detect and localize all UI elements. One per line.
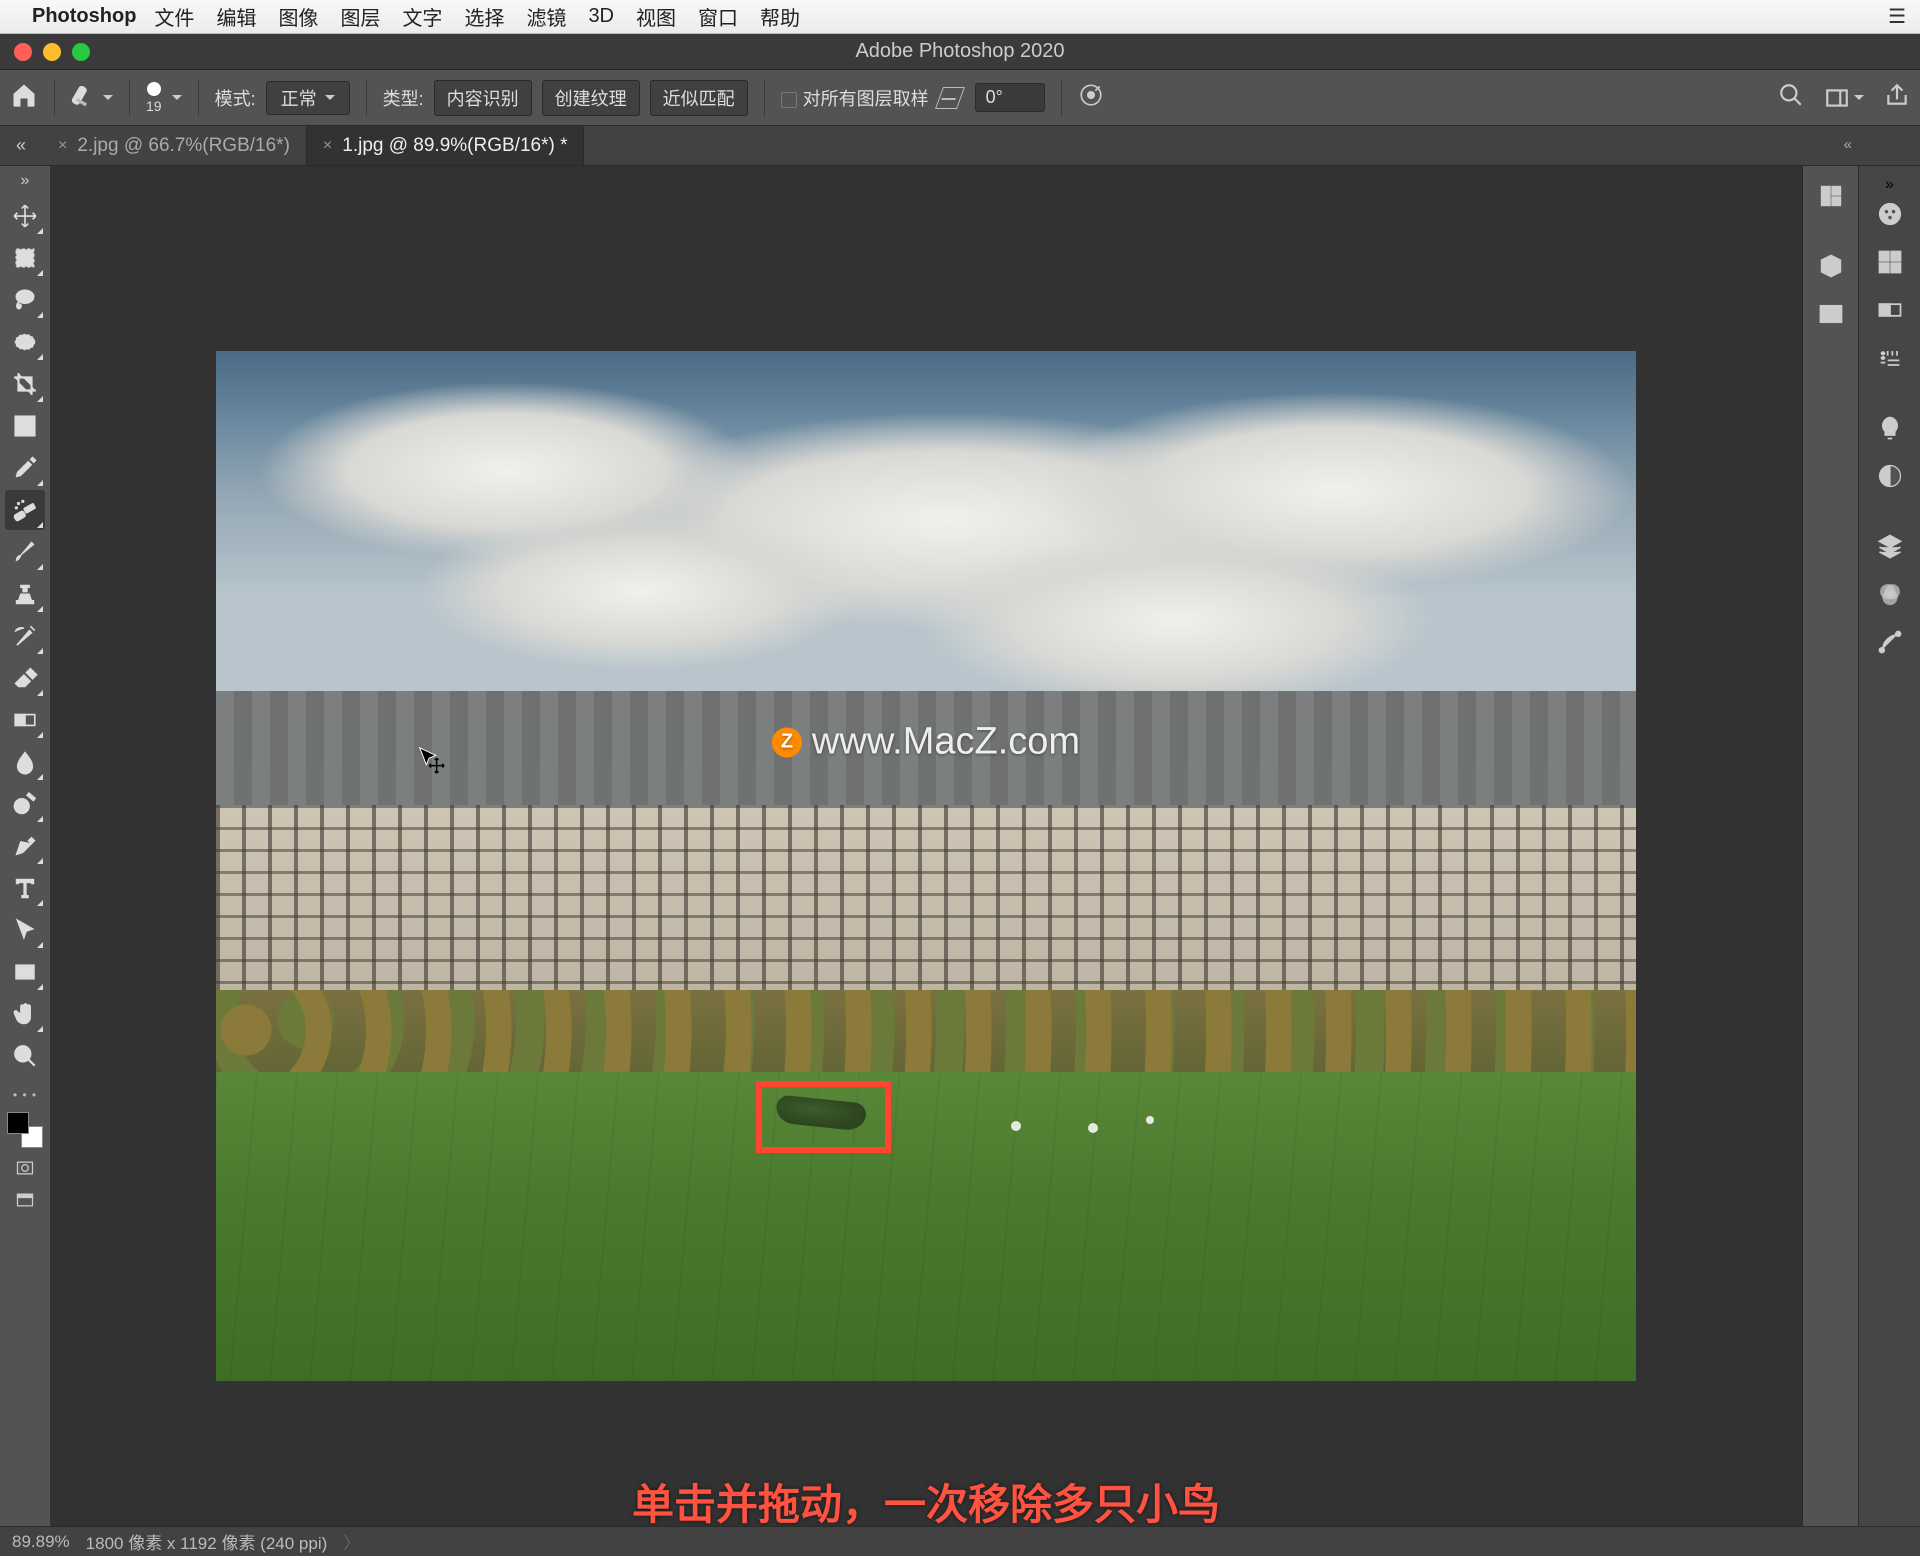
gradients-panel-icon[interactable] <box>1870 290 1910 330</box>
search-icon[interactable] <box>1778 82 1804 113</box>
close-tab-icon[interactable]: × <box>58 137 67 155</box>
close-tab-icon[interactable]: × <box>323 137 332 155</box>
swatches-panel-icon[interactable] <box>1870 242 1910 282</box>
3d-panel-icon[interactable] <box>1811 246 1851 286</box>
tool-preset-icon[interactable] <box>71 85 113 111</box>
document-dimensions: 1800 像素 x 1192 像素 (240 ppi) <box>86 1529 328 1554</box>
window-titlebar: Adobe Photoshop 2020 <box>0 34 1920 70</box>
properties-panel-icon[interactable] <box>1811 294 1851 334</box>
menu-help[interactable]: 帮助 <box>760 2 800 31</box>
pressure-icon[interactable] <box>1078 82 1104 113</box>
watermark: Z www.MacZ.com <box>772 721 1080 764</box>
close-window-button[interactable] <box>14 43 32 61</box>
frame-tool[interactable] <box>5 406 45 446</box>
watermark-badge-icon: Z <box>772 727 802 757</box>
type-label: 类型: <box>383 85 424 111</box>
window-title: Adobe Photoshop 2020 <box>0 40 1920 63</box>
type-content-aware-button[interactable]: 内容识别 <box>434 80 532 116</box>
mac-menubar: Photoshop 文件 编辑 图像 图层 文字 选择 滤镜 3D 视图 窗口 … <box>0 0 1920 34</box>
document-tab-1jpg[interactable]: × 1.jpg @ 89.9%(RGB/16*) * <box>307 126 585 165</box>
right-panel-group-1 <box>1802 166 1858 1526</box>
menu-3d[interactable]: 3D <box>588 5 614 28</box>
path-selection-tool[interactable] <box>5 910 45 950</box>
status-bar: 89.89% 1800 像素 x 1192 像素 (240 ppi) 〉 <box>0 1526 1920 1556</box>
magic-wand-tool[interactable] <box>5 322 45 362</box>
angle-input[interactable]: 0° <box>975 83 1045 112</box>
layers-panel-icon[interactable] <box>1870 526 1910 566</box>
screen-mode-icon[interactable] <box>9 1188 41 1212</box>
menu-edit[interactable]: 编辑 <box>216 2 256 31</box>
mode-label: 模式: <box>215 85 256 111</box>
brush-dropdown-icon[interactable] <box>172 95 182 105</box>
options-bar: 19 模式: 正常 类型: 内容识别 创建纹理 近似匹配 对所有图层取样 0° <box>0 70 1920 126</box>
clone-stamp-tool[interactable] <box>5 574 45 614</box>
document-tabbar: « × 2.jpg @ 66.7%(RGB/16*) × 1.jpg @ 89.… <box>0 126 1920 166</box>
patterns-panel-icon[interactable] <box>1870 338 1910 378</box>
instruction-text: 单击并拖动，一次移除多只小鸟 <box>632 1471 1220 1526</box>
home-icon[interactable] <box>10 81 38 114</box>
color-panel-icon[interactable] <box>1870 194 1910 234</box>
menu-select[interactable]: 选择 <box>464 2 504 31</box>
quick-mask-icon[interactable] <box>9 1156 41 1180</box>
document-image: Z www.MacZ.com <box>216 351 1636 1381</box>
history-panel-icon[interactable] <box>1811 176 1851 216</box>
lasso-tool[interactable] <box>5 280 45 320</box>
status-menu-icon[interactable]: 〉 <box>343 1529 360 1554</box>
annotation-highlight-box <box>756 1081 891 1153</box>
menu-layer[interactable]: 图层 <box>340 2 380 31</box>
adjustments-panel-icon[interactable] <box>1870 456 1910 496</box>
rectangle-tool[interactable] <box>5 952 45 992</box>
menubar-menu-icon[interactable]: ☰ <box>1888 4 1906 29</box>
type-proximity-match-button[interactable]: 近似匹配 <box>650 80 748 116</box>
zoom-window-button[interactable] <box>72 43 90 61</box>
collapse-panels-icon[interactable]: « <box>1844 136 1850 153</box>
brush-size-value: 19 <box>146 98 162 114</box>
history-brush-tool[interactable] <box>5 616 45 656</box>
color-swatches[interactable] <box>7 1112 43 1148</box>
menu-file[interactable]: 文件 <box>154 2 194 31</box>
paths-panel-icon[interactable] <box>1870 622 1910 662</box>
workspace-icon[interactable] <box>1824 85 1864 111</box>
bulb-panel-icon[interactable] <box>1870 408 1910 448</box>
expand-toolbar-icon[interactable]: » <box>21 172 30 190</box>
type-create-texture-button[interactable]: 创建纹理 <box>542 80 640 116</box>
menu-window[interactable]: 窗口 <box>698 2 738 31</box>
share-icon[interactable] <box>1884 82 1910 113</box>
menu-type[interactable]: 文字 <box>402 2 442 31</box>
menu-filter[interactable]: 滤镜 <box>526 2 566 31</box>
crop-tool[interactable] <box>5 364 45 404</box>
right-panel-group-2: » <box>1858 166 1920 1526</box>
mode-select[interactable]: 正常 <box>266 81 350 115</box>
menu-view[interactable]: 视图 <box>636 2 676 31</box>
spot-healing-brush-tool[interactable] <box>5 490 45 530</box>
type-tool[interactable] <box>5 868 45 908</box>
brush-size-preview[interactable]: 19 <box>146 82 162 114</box>
hand-tool[interactable] <box>5 994 45 1034</box>
blur-tool[interactable] <box>5 742 45 782</box>
menu-image[interactable]: 图像 <box>278 2 318 31</box>
angle-icon <box>935 87 965 109</box>
minimize-window-button[interactable] <box>43 43 61 61</box>
move-tool[interactable] <box>5 196 45 236</box>
eraser-tool[interactable] <box>5 658 45 698</box>
eyedropper-tool[interactable] <box>5 448 45 488</box>
move-cursor-icon <box>416 745 446 780</box>
brush-tool[interactable] <box>5 532 45 572</box>
channels-panel-icon[interactable] <box>1870 574 1910 614</box>
collapse-panels-icon[interactable]: » <box>1885 176 1894 194</box>
canvas-area[interactable]: Z www.MacZ.com 单击并拖动，一次移除多只小鸟 <box>50 166 1802 1526</box>
dodge-tool[interactable] <box>5 784 45 824</box>
zoom-tool[interactable] <box>5 1036 45 1076</box>
tools-panel: » • • • <box>0 166 50 1526</box>
collapse-toolbar-icon[interactable]: « <box>0 126 42 165</box>
document-tab-2jpg[interactable]: × 2.jpg @ 66.7%(RGB/16*) <box>42 126 307 165</box>
sample-all-layers-checkbox[interactable]: 对所有图层取样 <box>781 85 929 111</box>
marquee-tool[interactable] <box>5 238 45 278</box>
pen-tool[interactable] <box>5 826 45 866</box>
app-name[interactable]: Photoshop <box>32 5 136 28</box>
gradient-tool[interactable] <box>5 700 45 740</box>
foreground-color-swatch[interactable] <box>7 1112 29 1134</box>
zoom-level[interactable]: 89.89% <box>12 1532 70 1552</box>
